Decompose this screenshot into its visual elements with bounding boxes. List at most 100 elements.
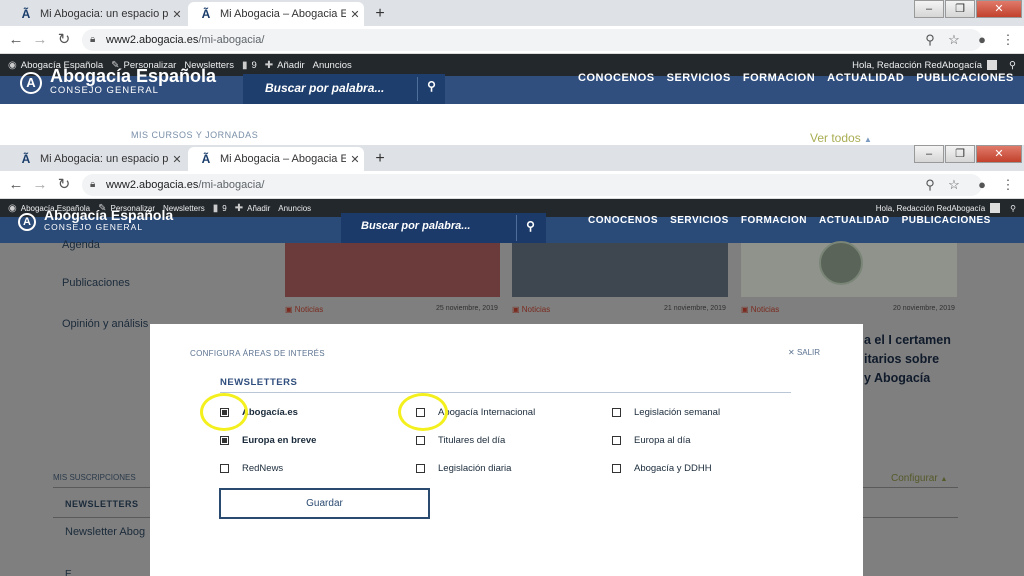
card-3-tag[interactable]: ▣ Noticias <box>741 305 779 314</box>
nav-formacion[interactable]: FORMACION <box>741 215 807 226</box>
reload-icon[interactable]: ↻ <box>54 175 74 195</box>
close-window-icon[interactable]: ✕ <box>976 0 1022 18</box>
globe-icon <box>819 241 863 285</box>
ver-todos-link[interactable]: Ver todos ▲ <box>810 131 872 145</box>
zoom-icon[interactable]: ⚲ <box>920 30 940 50</box>
adminbar-comments[interactable]: ▮ 9 <box>242 60 257 71</box>
newsletter-option[interactable]: Europa en breve <box>220 435 316 446</box>
sidebar-item-opinion[interactable]: Opinión y análisis <box>62 318 148 330</box>
caret-up-icon: ▲ <box>940 476 948 483</box>
address-bar[interactable]: 🔒︎ www2.abogacia.es/mi-abogacia/ <box>82 29 982 51</box>
lock-icon: 🔒︎ <box>90 34 96 45</box>
checkbox[interactable] <box>612 436 621 445</box>
sidebar-item-publicaciones[interactable]: Publicaciones <box>62 277 130 289</box>
tab-title: Mi Abogacia – Abogacia Españo <box>220 153 346 165</box>
maximize-icon[interactable]: ❐ <box>945 0 975 18</box>
newsletter-item[interactable]: Newsletter Abog <box>65 526 145 538</box>
nav-formacion[interactable]: FORMACION <box>743 72 815 84</box>
browser-tab-2[interactable]: Ã Mi Abogacia – Abogacia Españo ✕ <box>188 147 364 171</box>
bookmark-star-icon[interactable]: ☆ <box>944 175 964 195</box>
brand-name: Abogacía Española <box>50 66 217 86</box>
modal-close-button[interactable]: ✕ SALIR <box>788 348 820 357</box>
sidebar-item-agenda[interactable]: Agenda <box>62 239 100 251</box>
minimize-icon[interactable]: ‒ <box>914 145 944 163</box>
close-tab-icon[interactable]: ✕ <box>168 8 186 21</box>
newsletter-option[interactable]: RedNews <box>220 463 283 474</box>
site-search[interactable]: Buscar por palabra... ⚲ <box>341 213 546 243</box>
close-tab-icon[interactable]: ✕ <box>346 8 364 21</box>
nav-publicaciones[interactable]: PUBLICACIONES <box>916 72 1014 84</box>
card-2-date: 21 noviembre, 2019 <box>664 305 726 312</box>
search-icon[interactable]: ⚲ <box>417 77 445 101</box>
adminbar-ads[interactable]: Anuncios <box>278 204 311 213</box>
newsletter-option[interactable]: Legislación semanal <box>612 407 720 418</box>
checkbox[interactable] <box>416 436 425 445</box>
newsletter-option[interactable]: Abogacía y DDHH <box>612 463 712 474</box>
browser-tab-2[interactable]: Ã Mi Abogacia – Abogacia Españo ✕ <box>188 2 364 26</box>
close-tab-icon[interactable]: ✕ <box>346 153 364 166</box>
card-1-tag[interactable]: ▣ Noticias <box>285 305 323 314</box>
checkbox-checked[interactable] <box>220 436 229 445</box>
nav-actualidad[interactable]: ACTUALIDAD <box>819 215 890 226</box>
new-tab-button[interactable]: + <box>370 149 390 169</box>
maximize-icon[interactable]: ❐ <box>945 145 975 163</box>
plus-icon: ✚ <box>234 202 244 214</box>
browser-tab-1[interactable]: Ã Mi Abogacia: un espacio persona ✕ <box>8 2 186 26</box>
nav-servicios[interactable]: SERVICIOS <box>670 215 729 226</box>
bookmark-star-icon[interactable]: ☆ <box>944 30 964 50</box>
option-label: RedNews <box>242 463 284 474</box>
checkbox[interactable] <box>612 408 621 417</box>
nav-conocenos[interactable]: CONOCENOS <box>588 215 658 226</box>
adminbar-comments[interactable]: ▮ 9 <box>213 203 227 214</box>
newsletter-option[interactable]: Europa al día <box>612 435 691 446</box>
brand-logo[interactable]: A Abogacía Española CONSEJO GENERAL <box>18 207 238 241</box>
close-label: SALIR <box>796 348 821 357</box>
card-image-2[interactable] <box>512 243 728 297</box>
brand-name: Abogacía Española <box>44 207 174 223</box>
card-image-3[interactable] <box>741 241 957 297</box>
checkbox[interactable] <box>612 464 621 473</box>
adminbar-ads[interactable]: Anuncios <box>313 60 352 71</box>
search-icon[interactable]: ⚲ <box>1009 60 1016 71</box>
nav-publicaciones[interactable]: PUBLICACIONES <box>902 215 991 226</box>
menu-kebab-icon[interactable]: ⋮ <box>998 30 1018 50</box>
search-icon[interactable]: ⚲ <box>516 215 544 241</box>
card-3-date: 20 noviembre, 2019 <box>893 305 955 312</box>
card-2-tag[interactable]: ▣ Noticias <box>512 305 550 314</box>
newsletter-option[interactable]: Titulares del día <box>416 435 505 446</box>
search-icon[interactable]: ⚲ <box>1010 204 1016 213</box>
minimize-icon[interactable]: ‒ <box>914 0 944 18</box>
adminbar-add[interactable]: ✚ Añadir <box>265 60 305 71</box>
save-button[interactable]: Guardar <box>219 488 430 519</box>
address-bar[interactable]: 🔒︎ www2.abogacia.es/mi-abogacia/ <box>82 174 982 196</box>
profile-icon[interactable]: ● <box>972 30 992 50</box>
nav-actualidad[interactable]: ACTUALIDAD <box>827 72 904 84</box>
adminbar-add[interactable]: ✚ Añadir <box>235 203 271 214</box>
close-tab-icon[interactable]: ✕ <box>168 153 186 166</box>
window-controls: ‒ ❐ ✕ <box>913 0 1022 18</box>
new-tab-button[interactable]: + <box>370 4 390 24</box>
back-arrow-icon[interactable]: ← <box>6 175 26 195</box>
nav-conocenos[interactable]: CONOCENOS <box>578 72 655 84</box>
forward-arrow-icon[interactable]: → <box>30 30 50 50</box>
zoom-icon[interactable]: ⚲ <box>920 175 940 195</box>
card-image-1[interactable] <box>285 243 500 297</box>
browser-tab-1[interactable]: Ã Mi Abogacia: un espacio persona ✕ <box>8 147 186 171</box>
card-tag: Noticias <box>294 305 324 314</box>
site-search[interactable]: Buscar por palabra... ⚲ <box>243 74 445 104</box>
menu-kebab-icon[interactable]: ⋮ <box>998 175 1018 195</box>
brand-logo[interactable]: A Abogacía Española CONSEJO GENERAL <box>20 66 240 102</box>
close-window-icon[interactable]: ✕ <box>976 145 1022 163</box>
checkbox[interactable] <box>220 464 229 473</box>
configurar-link[interactable]: Configurar ▲ <box>891 473 947 484</box>
subscriptions-heading: MIS SUSCRIPCIONES <box>53 473 136 482</box>
back-arrow-icon[interactable]: ← <box>6 30 26 50</box>
adminbar-label: Añadir <box>277 59 305 71</box>
card-3-headline[interactable]: a el I certamen itarios sobre y Abogacía <box>864 331 951 388</box>
nav-servicios[interactable]: SERVICIOS <box>667 72 731 84</box>
reload-icon[interactable]: ↻ <box>54 30 74 50</box>
forward-arrow-icon[interactable]: → <box>30 175 50 195</box>
checkbox[interactable] <box>416 464 425 473</box>
profile-icon[interactable]: ● <box>972 175 992 195</box>
newsletter-option[interactable]: Legislación diaria <box>416 463 511 474</box>
